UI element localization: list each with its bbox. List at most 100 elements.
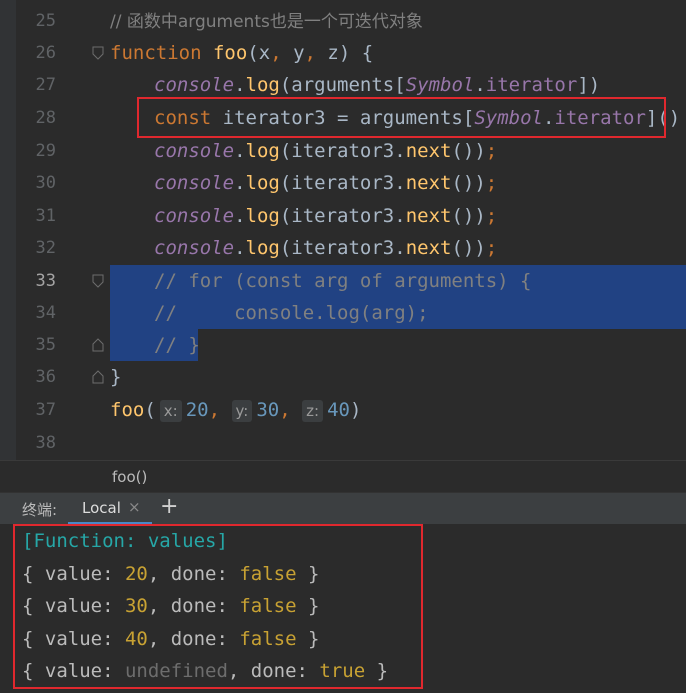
fold-end-icon[interactable] — [92, 370, 104, 384]
highlight-box-line-28 — [137, 97, 666, 138]
function-name: foo — [201, 42, 248, 64]
punct: ( — [144, 399, 156, 421]
code-text[interactable]: foo(x: 20, y: 30, z: 40) — [110, 394, 361, 426]
punct: ( — [247, 42, 259, 64]
punct: . — [234, 237, 246, 259]
punct: , — [270, 42, 294, 64]
line-number: 32 — [35, 238, 56, 258]
number: 20 — [185, 399, 209, 421]
line-number: 31 — [35, 206, 56, 226]
punct: . — [474, 74, 486, 96]
comment[interactable]: // } — [154, 329, 200, 361]
fold-marker-icon[interactable] — [92, 274, 104, 288]
text: (iterator3. — [279, 205, 406, 227]
param-hint: z: — [302, 400, 324, 422]
code-editor[interactable]: 25 // 函数中arguments也是一个可迭代对象 26 function … — [0, 0, 686, 460]
code-text[interactable]: function foo(x, y, z) { — [110, 37, 373, 69]
text: (iterator3. — [279, 140, 406, 162]
keyword: function — [110, 42, 202, 64]
fold-marker-icon[interactable] — [92, 46, 104, 60]
code-line-37[interactable]: 37 foo(x: 20, y: 30, z: 40) — [0, 394, 686, 426]
line-number: 29 — [35, 141, 56, 161]
line-number: 28 — [35, 108, 56, 128]
code-line-33[interactable]: 33 // for (const arg of arguments) { — [0, 265, 686, 297]
add-icon[interactable]: + — [160, 494, 178, 519]
close-icon[interactable]: × — [128, 498, 141, 516]
code-line-36[interactable]: 36 } — [0, 361, 686, 393]
method: next — [405, 172, 452, 194]
terminal-tab-bar: 终端: Local × + — [0, 492, 686, 525]
param: z — [327, 42, 339, 64]
punct: ) — [349, 399, 362, 421]
punct: ]) — [577, 74, 601, 96]
param-hint: x: — [159, 400, 182, 422]
symbol: Symbol — [405, 74, 475, 96]
method: next — [405, 140, 452, 162]
breadcrumb-item[interactable]: foo() — [112, 468, 147, 486]
object: console — [154, 172, 235, 194]
line-number: 36 — [35, 367, 56, 387]
line-number: 35 — [35, 335, 56, 355]
code-line-26[interactable]: 26 function foo(x, y, z) { — [0, 37, 686, 69]
punct: ()) — [451, 140, 486, 162]
property: iterator — [485, 74, 578, 96]
comment: // 函数中arguments也是一个可迭代对象 — [110, 12, 423, 32]
code-line-31[interactable]: 31 console.log(iterator3.next()); — [0, 200, 686, 232]
line-number-active: 33 — [35, 271, 56, 291]
param: y — [293, 42, 305, 64]
tab-local[interactable]: Local × — [68, 493, 152, 525]
code-text[interactable]: console.log(iterator3.next()); — [154, 200, 497, 232]
terminal-output[interactable]: [Function: values] { value: 20, done: fa… — [0, 524, 686, 693]
param: x — [258, 42, 271, 64]
punct: , — [304, 42, 328, 64]
line-number: 26 — [35, 43, 56, 63]
punct: , — [279, 399, 303, 421]
terminal-label: 终端: — [22, 501, 58, 519]
punct: . — [234, 140, 246, 162]
punct: , — [208, 399, 232, 421]
param-hint: y: — [231, 400, 253, 422]
line-number: 38 — [35, 433, 56, 453]
method: log — [245, 237, 280, 259]
code-text[interactable]: } — [110, 361, 121, 393]
text: (iterator3. — [279, 237, 406, 259]
object: console — [154, 140, 235, 162]
punct: ; — [485, 237, 498, 259]
line-number: 34 — [35, 303, 56, 323]
code-line-38[interactable]: 38 — [0, 427, 686, 459]
punct: ; — [485, 172, 498, 194]
method: log — [245, 74, 280, 96]
code-text[interactable]: // 函数中arguments也是一个可迭代对象 — [110, 5, 423, 37]
code-line-30[interactable]: 30 console.log(iterator3.next()); — [0, 167, 686, 199]
code-line-25[interactable]: 25 // 函数中arguments也是一个可迭代对象 — [0, 5, 686, 37]
object: console — [154, 237, 235, 259]
function-call: foo — [110, 399, 145, 421]
breadcrumb[interactable]: foo() — [0, 460, 686, 493]
object: console — [154, 205, 235, 227]
tab-label: Local — [82, 499, 121, 517]
number: 40 — [327, 399, 350, 421]
punct: . — [234, 74, 246, 96]
object: console — [154, 74, 235, 96]
fold-end-icon[interactable] — [92, 338, 104, 352]
number: 30 — [256, 399, 280, 421]
method: next — [405, 205, 452, 227]
punct: ()) — [451, 172, 486, 194]
highlight-box-output — [13, 524, 423, 689]
code-line-29[interactable]: 29 console.log(iterator3.next()); — [0, 135, 686, 167]
method: log — [245, 205, 280, 227]
code-text[interactable]: console.log(iterator3.next()); — [154, 167, 497, 199]
punct: ()) — [451, 205, 486, 227]
method: next — [405, 237, 452, 259]
code-text[interactable]: console.log(iterator3.next()); — [154, 232, 497, 264]
code-text[interactable]: console.log(iterator3.next()); — [154, 135, 497, 167]
punct: ) { — [338, 42, 374, 64]
line-number: 27 — [35, 75, 56, 95]
code-line-34[interactable]: 34 // console.log(arg); — [0, 297, 686, 329]
code-line-32[interactable]: 32 console.log(iterator3.next()); — [0, 232, 686, 264]
comment[interactable]: // console.log(arg); — [154, 297, 429, 329]
comment[interactable]: // for (const arg of arguments) { — [154, 265, 532, 297]
code-line-35[interactable]: 35 // } — [0, 329, 686, 361]
punct: . — [234, 172, 246, 194]
punct: ; — [485, 205, 498, 227]
